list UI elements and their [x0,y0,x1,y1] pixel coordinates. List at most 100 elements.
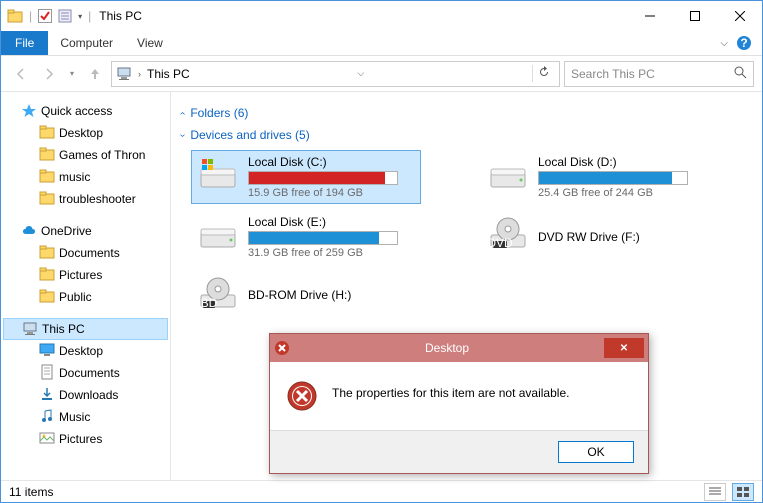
error-dialog: Desktop ✕ The properties for this item a… [269,333,649,474]
drive-icon: DVD [488,215,528,255]
breadcrumb-location[interactable]: This PC [147,67,190,81]
nav-back-button[interactable] [9,62,33,86]
sidebar-item[interactable]: Pictures [3,264,168,286]
chevron-right-icon: › [177,111,188,114]
usage-bar [248,231,398,245]
error-icon [286,380,318,412]
search-icon[interactable] [733,65,747,82]
folder-icon [39,266,55,285]
dialog-title-bar[interactable]: Desktop ✕ [270,334,648,362]
drive-name: Local Disk (D:) [538,155,704,169]
drive-item[interactable]: Local Disk (E:)31.9 GB free of 259 GB [191,210,421,264]
sidebar-quick-access[interactable]: Quick access [3,100,168,122]
qat-dropdown-icon[interactable]: ▾ [78,12,82,21]
minimize-button[interactable] [627,1,672,31]
drive-name: DVD RW Drive (F:) [538,230,704,244]
sidebar-item[interactable]: Documents [3,242,168,264]
folder-icon [39,342,55,361]
sidebar-item[interactable]: Documents [3,362,168,384]
drive-item[interactable]: BDBD-ROM Drive (H:) [191,270,421,320]
window-controls [627,1,762,31]
drive-name: Local Disk (E:) [248,215,414,229]
dialog-message: The properties for this item are not ava… [332,380,569,400]
search-placeholder: Search This PC [571,67,655,81]
usage-bar [248,171,398,185]
title-bar: | ▾ | This PC [1,1,762,31]
drive-item[interactable]: Local Disk (C:) 15.9 GB free of 194 GB [191,150,421,204]
sidebar-item[interactable]: Games of Thron [3,144,168,166]
sidebar-item[interactable]: troubleshooter [3,188,168,210]
search-box[interactable]: Search This PC [564,61,754,87]
qat-checkbox-icon[interactable] [38,9,52,23]
address-dropdown-icon[interactable]: ⌵ [353,68,368,79]
label: Desktop [59,126,103,140]
sidebar-item[interactable]: Desktop [3,340,168,362]
view-details-button[interactable] [704,483,726,501]
sidebar-this-pc[interactable]: This PC [3,318,168,340]
folder-icon [39,244,55,263]
status-bar: 11 items [1,480,762,502]
folder-icon [39,364,55,383]
folder-icon [39,124,55,143]
drive-icon [488,155,528,195]
app-icon [7,8,23,24]
label: Pictures [59,432,102,446]
label: Music [59,410,90,424]
group-folders[interactable]: › Folders (6) [181,106,752,120]
star-icon [21,103,37,119]
svg-text:BD: BD [201,296,218,310]
ribbon-collapse-icon[interactable]: ⌵ [720,38,728,49]
label: Documents [59,246,120,260]
sidebar-item[interactable]: Downloads [3,384,168,406]
maximize-button[interactable] [672,1,717,31]
dialog-ok-button[interactable]: OK [558,441,634,463]
nav-up-button[interactable] [83,62,107,86]
qat-properties-icon[interactable] [58,9,72,23]
sidebar-item[interactable]: Pictures [3,428,168,450]
ribbon-tabs: File Computer View ⌵ ? [1,31,762,56]
sidebar-onedrive[interactable]: OneDrive [3,220,168,242]
help-icon[interactable]: ? [736,35,752,51]
label: Quick access [41,104,112,118]
nav-recent-dropdown[interactable]: ▾ [65,62,79,86]
refresh-button[interactable] [532,65,555,82]
sidebar-item[interactable]: Public [3,286,168,308]
drives-list: Local Disk (C:)15.9 GB free of 194 GBLoc… [191,150,752,320]
usage-bar [538,171,688,185]
tab-file[interactable]: File [1,31,48,55]
label: Games of Thron [59,148,145,162]
free-space-label: 25.4 GB free of 244 GB [538,187,704,199]
drive-item[interactable]: DVD DVD RW Drive (F:) [481,210,711,264]
dialog-close-button[interactable]: ✕ [604,338,644,358]
tab-view[interactable]: View [125,31,175,55]
free-space-label: 15.9 GB free of 194 GB [248,187,414,199]
drive-icon: BD [198,275,238,315]
qat-separator: | [29,9,32,23]
sidebar-item[interactable]: music [3,166,168,188]
label: music [59,170,90,184]
tab-computer[interactable]: Computer [48,31,125,55]
group-label: Folders (6) [190,106,248,120]
view-tiles-button[interactable] [732,483,754,501]
nav-forward-button[interactable] [37,62,61,86]
drive-icon [198,215,238,255]
quick-access-toolbar: | ▾ | [7,8,91,24]
chevron-down-icon: › [177,133,188,136]
label: Desktop [59,344,103,358]
navigation-pane: Quick access Desktop Games of Thron music t… [1,92,171,480]
folder-icon [39,386,55,405]
address-box[interactable]: › This PC ⌵ [111,61,560,87]
dialog-buttons: OK [270,430,648,473]
close-button[interactable] [717,1,762,31]
drive-item[interactable]: Local Disk (D:) 25.4 GB free of 244 GB [481,150,711,204]
breadcrumb-separator-icon[interactable]: › [138,69,141,79]
label: Pictures [59,268,102,282]
sidebar-item[interactable]: Music [3,406,168,428]
status-item-count: 11 items [9,485,53,499]
sidebar-item[interactable]: Desktop [3,122,168,144]
label: Public [59,290,92,304]
label: Downloads [59,388,118,402]
cloud-icon [21,223,37,239]
group-devices[interactable]: › Devices and drives (5) [181,128,752,142]
drive-name: Local Disk (C:) [248,155,414,169]
